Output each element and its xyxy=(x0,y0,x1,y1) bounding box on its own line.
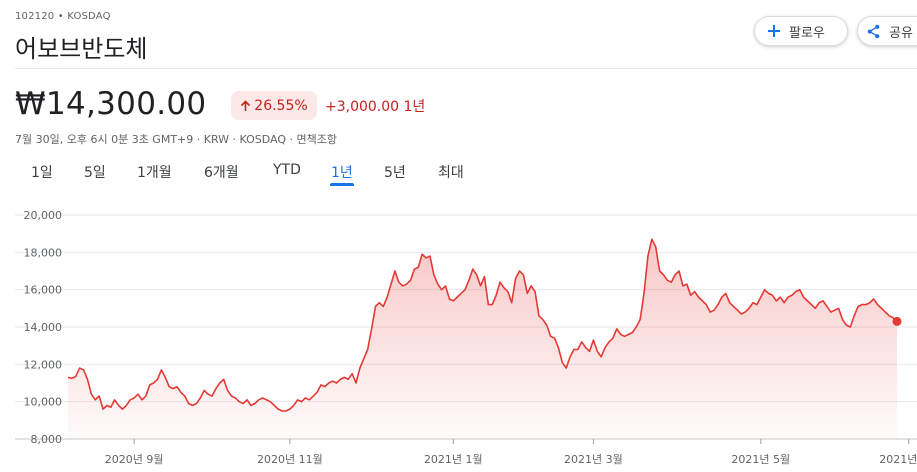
y-tick-label: 10,000 xyxy=(24,396,63,409)
x-tick-label: 2020년 9월 xyxy=(105,453,164,466)
company-name: 어보브반도체 xyxy=(15,35,148,63)
y-tick-label: 18,000 xyxy=(24,246,63,259)
ticker-label: 102120 • KOSDAQ xyxy=(15,11,111,22)
follow-button[interactable]: 팔로우 xyxy=(754,16,848,46)
change-percent-badge: 26.55% xyxy=(231,91,317,120)
follow-label: 팔로우 xyxy=(789,25,825,41)
change-percent: 26.55% xyxy=(254,97,308,114)
x-tick-label: 2021년 7월 xyxy=(879,453,917,466)
current-price: ₩14,300.00 xyxy=(15,86,207,122)
price-chart: 8,000 10,000 12,000 14,000 16,000 18,000 20,00… xyxy=(15,209,917,466)
quote-meta: 7월 30일, 오후 6시 0분 3초 GMT+9 · KRW · KOSDAQ… xyxy=(15,133,338,146)
header-divider xyxy=(15,68,917,69)
x-tick-label: 2021년 1월 xyxy=(424,453,483,466)
y-tick-label: 14,000 xyxy=(24,321,63,334)
tab-ytd[interactable]: YTD xyxy=(273,162,301,178)
change-amount: +3,000.00 1년 xyxy=(325,99,426,115)
y-tick-label: 20,000 xyxy=(24,209,63,222)
tab-1m[interactable]: 1개월 xyxy=(137,162,172,182)
tab-6m[interactable]: 6개월 xyxy=(204,162,239,182)
share-icon xyxy=(866,24,881,39)
x-tick-label: 2021년 5월 xyxy=(731,453,790,466)
price-area xyxy=(68,239,897,439)
arrow-up-icon xyxy=(240,99,251,112)
tab-5d[interactable]: 5일 xyxy=(84,162,106,182)
share-button[interactable]: 공유 xyxy=(857,16,917,46)
tab-max[interactable]: 최대 xyxy=(438,162,464,182)
y-tick-label: 12,000 xyxy=(24,358,63,371)
tab-1y[interactable]: 1년 xyxy=(331,162,353,182)
tab-1d[interactable]: 1일 xyxy=(31,162,53,182)
plus-icon xyxy=(767,24,781,38)
tab-5y[interactable]: 5년 xyxy=(384,162,406,182)
y-tick-label: 8,000 xyxy=(31,433,63,446)
x-tick-label: 2020년 11월 xyxy=(257,453,323,466)
active-tab-indicator xyxy=(330,183,354,186)
last-price-marker xyxy=(892,316,902,326)
x-tick-label: 2021년 3월 xyxy=(564,453,623,466)
y-tick-label: 16,000 xyxy=(24,284,63,297)
share-label: 공유 xyxy=(889,25,913,41)
